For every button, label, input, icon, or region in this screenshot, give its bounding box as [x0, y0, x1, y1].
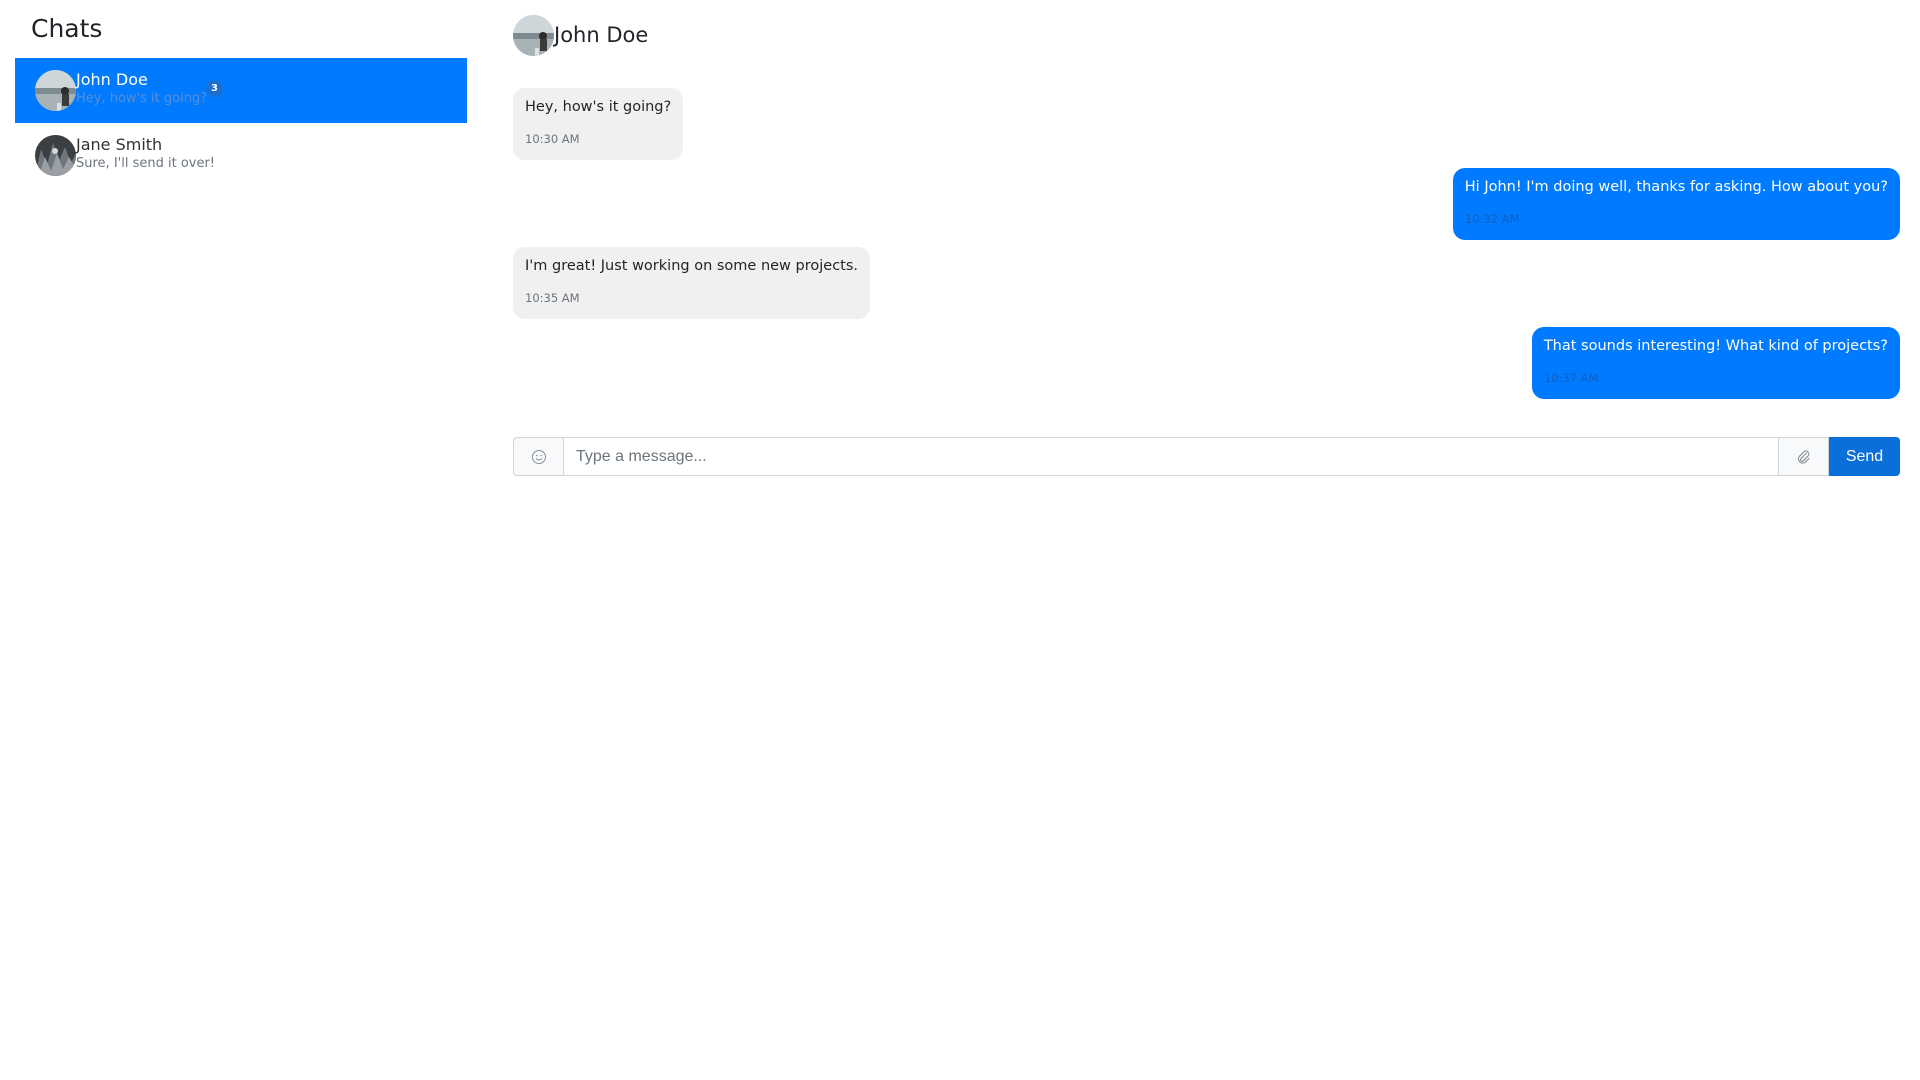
- smiley-icon: [531, 449, 546, 464]
- chat-item-name: John Doe: [76, 70, 148, 89]
- message-bubble-sent: Hi John! I'm doing well, thanks for aski…: [1452, 168, 1900, 240]
- unread-badge: 3: [206, 80, 223, 97]
- message-input[interactable]: [563, 437, 1779, 476]
- avatar: [35, 70, 76, 111]
- avatar-john-image: [513, 15, 554, 56]
- message-time: 10:37 AM: [1543, 371, 1599, 385]
- avatar: [35, 135, 76, 176]
- message-time: 10:35 AM: [525, 291, 580, 305]
- sidebar: Chats John Doe Hey, how's it going? 3 Ja…: [15, 0, 467, 1080]
- message-bubble-received: Hey, how's it going? 10:30 AM: [513, 88, 684, 160]
- emoji-button[interactable]: [513, 437, 563, 476]
- message-text: Hey, how's it going?: [525, 99, 672, 115]
- attach-button[interactable]: [1779, 437, 1829, 476]
- message-time: 10:32 AM: [1464, 212, 1520, 226]
- conversation-panel: John Doe Hey, how's it going? 10:30 AM H…: [513, 0, 1900, 1080]
- chat-item-jane-smith[interactable]: Jane Smith Sure, I'll send it over!: [15, 123, 467, 188]
- chat-item-john-doe[interactable]: John Doe Hey, how's it going? 3: [15, 58, 467, 123]
- avatar-jane-image: [35, 135, 76, 176]
- chat-item-preview: Hey, how's it going?: [76, 91, 208, 106]
- chat-list: John Doe Hey, how's it going? 3 Jane Smi…: [15, 58, 467, 188]
- message-text: That sounds interesting! What kind of pr…: [1543, 338, 1888, 354]
- avatar-john-image: [35, 70, 76, 111]
- paperclip-icon: [1797, 450, 1810, 464]
- message-composer: Send: [513, 437, 1900, 476]
- avatar: [513, 15, 554, 56]
- message-time: 10:30 AM: [525, 132, 580, 146]
- chat-item-name: Jane Smith: [76, 135, 163, 154]
- message-text: I'm great! Just working on some new proj…: [525, 258, 859, 274]
- chat-app: Chats John Doe Hey, how's it going? 3 Ja…: [0, 0, 1920, 1080]
- message-bubble-received: I'm great! Just working on some new proj…: [513, 247, 871, 319]
- chat-header-name: John Doe: [554, 23, 649, 47]
- sidebar-title: Chats: [31, 14, 103, 43]
- send-button[interactable]: Send: [1829, 437, 1900, 476]
- message-bubble-sent: That sounds interesting! What kind of pr…: [1531, 327, 1900, 399]
- chat-item-preview: Sure, I'll send it over!: [76, 156, 216, 171]
- message-text: Hi John! I'm doing well, thanks for aski…: [1464, 179, 1888, 195]
